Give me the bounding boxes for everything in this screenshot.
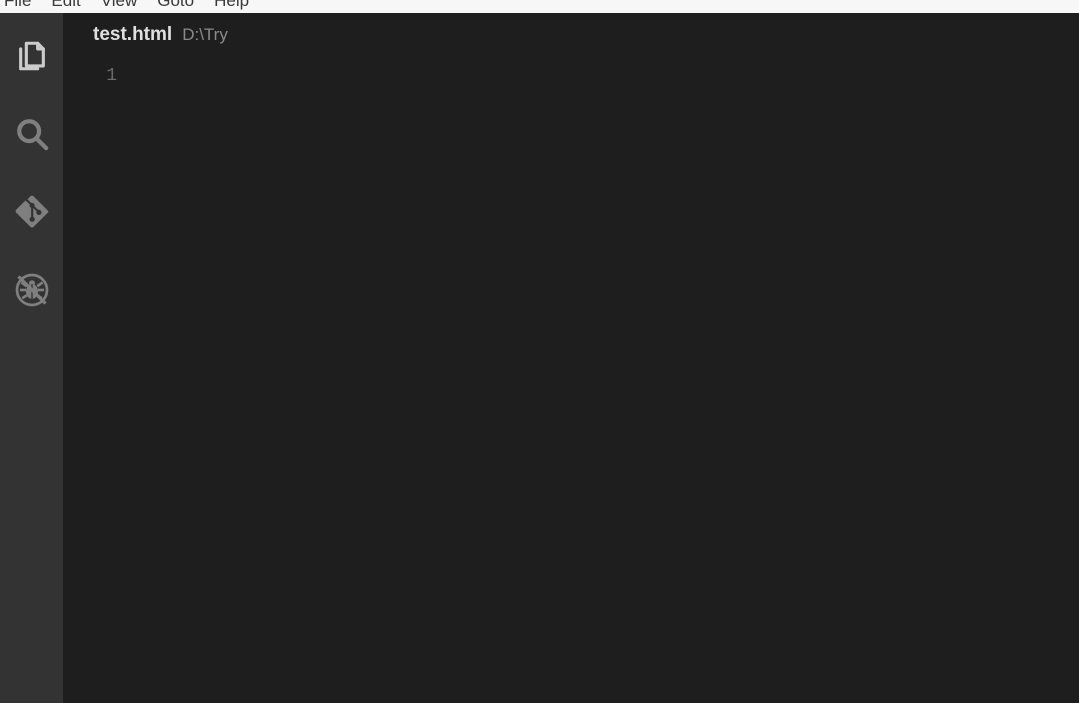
line-gutter: 1 (63, 57, 133, 703)
search-icon[interactable] (14, 116, 50, 152)
editor-body[interactable]: 1 (63, 57, 1079, 703)
debug-icon[interactable] (14, 272, 50, 308)
menubar: File Edit View Goto Help (0, 0, 1079, 13)
tab-filepath: D:\Try (182, 25, 228, 45)
menu-edit[interactable]: Edit (41, 0, 90, 13)
line-number: 1 (63, 63, 117, 89)
workbench: test.html D:\Try 1 (0, 13, 1079, 703)
menu-view[interactable]: View (91, 0, 148, 13)
editor-tab[interactable]: test.html D:\Try (63, 13, 1079, 57)
files-icon[interactable] (14, 38, 50, 74)
tab-filename: test.html (93, 24, 172, 46)
editor: test.html D:\Try 1 (63, 13, 1079, 703)
menu-goto[interactable]: Goto (147, 0, 204, 13)
menu-help[interactable]: Help (204, 0, 259, 13)
menu-file[interactable]: File (0, 0, 41, 13)
git-icon[interactable] (14, 194, 50, 230)
code-area[interactable] (133, 57, 1079, 703)
activitybar (0, 13, 63, 703)
